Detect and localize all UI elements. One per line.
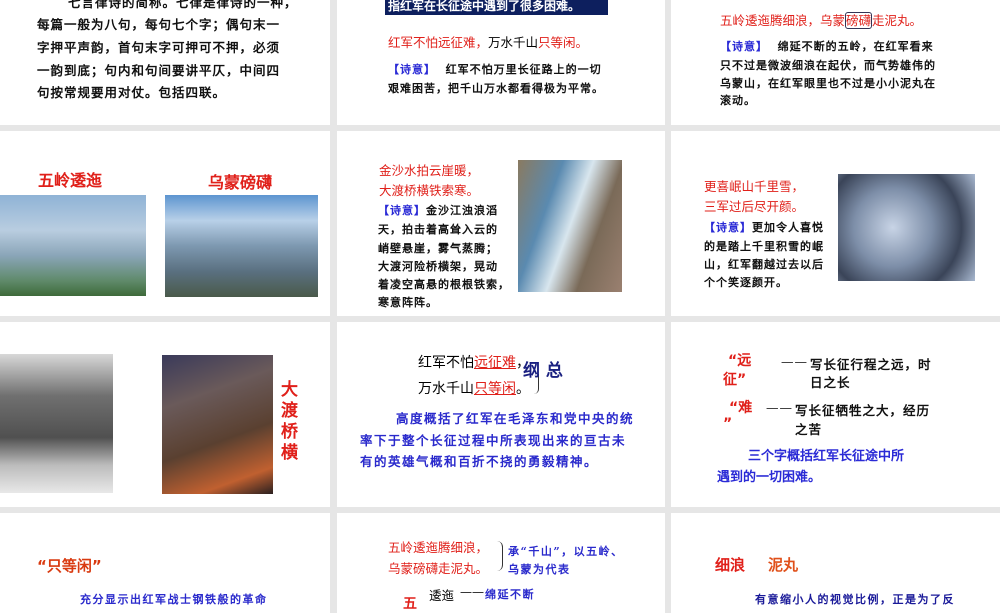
meaning-line: 乌蒙山，在红军眼里也不过是小小泥丸在 (720, 77, 936, 90)
body-text-line: 每篇一般为八句，每句七个字；偶句末一 (37, 17, 281, 32)
body-text-line: 七言律诗的简称。七律是律诗的一种， (68, 0, 298, 10)
dash: —— (460, 585, 484, 599)
highlight-banner: 指红军在长征途中遇到了很多困难。 (385, 0, 608, 15)
verse-line: 五岭逶迤腾细浪， (388, 540, 489, 555)
meaning-line: 大渡河险桥横架，晃动 (378, 260, 498, 273)
summary-line: 高度概括了红军在毛泽东和党中央的统 (396, 411, 635, 426)
meaning-line: 山，红军翻越过去以后 (704, 258, 824, 271)
slide-thumbnail-10[interactable]: “只等闲” 充分显示出红军战士钢铁般的革命 (0, 513, 330, 613)
brace-icon (497, 541, 503, 571)
slide-thumbnail-9[interactable]: “远 征” —— 写长征行程之远，时 日之长 “难 ” —— 写长征牺牲之大，经… (671, 322, 1000, 507)
verse-line: 金沙水拍云崖暖， (379, 163, 480, 178)
slide-title: 五岭逶迤 (38, 171, 103, 190)
summary-line: 有的英雄气概和百折不挠的勇毅精神。 (360, 454, 599, 469)
body-line: 充分显示出红军战士钢铁般的革命 (80, 593, 268, 606)
keyword: 细浪 (715, 556, 746, 574)
gorge-photo (0, 354, 113, 493)
river-painting (518, 160, 622, 292)
slide-thumbnail-8[interactable]: 红军不怕远征难， 万水千山只等闲。 纲 总 高度概括了红军在毛泽东和党中央的统 … (337, 322, 665, 507)
slide-thumbnail-12[interactable]: 细浪 泥丸 有意缩小人的视觉比例，正是为了反 (671, 513, 1000, 613)
keyword: “难 (729, 400, 753, 416)
slide-thumbnail-1[interactable]: 七言律诗的简称。七律是律诗的一种， 每篇一般为八句，每句七个字；偶句末一 字押平… (0, 0, 330, 125)
dash: —— (781, 354, 808, 369)
conclusion-line: 遇到的一切困难。 (717, 470, 822, 485)
verse-line: 万水千山只等闲。 (418, 381, 530, 397)
explanation: 写长征行程之远，时 (810, 357, 932, 372)
body-text-line: 字押平声韵，首句末字可押可不押，必须 (37, 40, 281, 55)
meaning-line: 【诗意】 绵延不断的五岭，在红军看来 (720, 40, 934, 53)
keyword: 征” (723, 372, 747, 388)
slide-thumbnail-5[interactable]: 金沙水拍云崖暖， 大渡桥横铁索寒。 【诗意】金沙江浊浪滔 天，拍击着高耸入云的 … (337, 131, 665, 316)
dash: —— (766, 400, 793, 415)
verse-line: 红军不怕远征难，万水千山只等闲。 (388, 35, 589, 50)
slide-thumbnail-2[interactable]: 指红军在长征途中遇到了很多困难。 红军不怕远征难，万水千山只等闲。 【诗意】 红… (337, 0, 665, 125)
meaning-line: 个个笑逐颜开。 (704, 276, 788, 289)
meaning-line: 着凌空高悬的根根铁索， (378, 278, 510, 291)
verse-line: 乌蒙磅礴走泥丸。 (388, 561, 489, 576)
slide-title: “只等闲” (37, 557, 102, 575)
summary-line: 率下于整个长征过程中所表现出来的亘古未 (360, 433, 627, 448)
meaning-line: 滚动。 (720, 94, 756, 107)
meaning-line: 艰难困苦，把千山万水都看得极为平常。 (388, 82, 604, 95)
slide-thumbnail-6[interactable]: 更喜岷山千里雪， 三军过后尽开颜。 【诗意】更加令人喜悦 的是踏上千里积雪的岷 … (671, 131, 1000, 316)
keyword: ” (723, 416, 733, 432)
bridge-painting (162, 355, 273, 494)
meaning-line: 寒意阵阵。 (378, 296, 438, 309)
keyword: 泥丸 (768, 556, 799, 574)
mountain-photo (0, 195, 146, 296)
note-line: 承“千山”，以五岭、 (508, 545, 624, 558)
meaning-line: 【诗意】金沙江浊浪滔 (378, 204, 498, 217)
verse-line: 红军不怕远征难， (418, 355, 530, 371)
body-text-line: 一韵到底；句内和句间要讲平仄，中间四 (37, 63, 281, 78)
explanation: 日之长 (810, 375, 851, 390)
vertical-title: 大 渡 桥 横 (281, 380, 298, 463)
slide-title: 乌蒙磅礴 (208, 173, 273, 192)
meaning-line: 【诗意】更加令人喜悦 (704, 221, 824, 234)
word: 逶迤 (429, 588, 455, 603)
body-text-line: 句按常规要用对仗。包括四联。 (37, 85, 227, 100)
body-line: 有意缩小人的视觉比例，正是为了反 (755, 593, 955, 606)
boxed-word: 磅礴 (845, 12, 873, 29)
snow-mountain-painting (838, 174, 975, 281)
note-line: 乌蒙为代表 (508, 563, 571, 576)
slide-thumbnail-7[interactable]: 大 渡 桥 横 (0, 322, 330, 507)
explanation: 之苦 (795, 422, 823, 437)
meaning-line: 峭壁悬崖，雾气蒸腾； (378, 242, 498, 255)
slide-thumbnail-11[interactable]: 五岭逶迤腾细浪， 乌蒙磅礴走泥丸。 承“千山”，以五岭、 乌蒙为代表 五 逶迤 … (337, 513, 665, 613)
meaning-line: 天，拍击着高耸入云的 (378, 223, 498, 236)
explanation: 写长征牺牲之大，经历 (795, 403, 931, 418)
meaning-line: 只不过是微波细浪在起伏，而气势雄伟的 (720, 59, 936, 72)
keyword: 五 (403, 596, 417, 612)
verse-line: 更喜岷山千里雪， (704, 179, 805, 194)
mountain-photo (165, 195, 318, 297)
slide-thumbnail-4[interactable]: 五岭逶迤 乌蒙磅礴 (0, 131, 330, 316)
meaning-line: 【诗意】 红军不怕万里长征路上的一切 (388, 63, 602, 76)
slide-thumbnail-3[interactable]: 五岭逶迤腾细浪，乌蒙磅礴走泥丸。 【诗意】 绵延不断的五岭，在红军看来 只不过是… (671, 0, 1000, 125)
summary-tag: 纲 总 (523, 361, 563, 381)
meaning-line: 的是踏上千里积雪的岷 (704, 240, 824, 253)
verse-line: 五岭逶迤腾细浪，乌蒙磅礴走泥丸。 (720, 12, 923, 29)
conclusion-line: 三个字概括红军长征途中所 (748, 449, 905, 464)
keyword: “远 (728, 353, 752, 369)
verse-line: 大渡桥横铁索寒。 (379, 183, 480, 198)
verse-line: 三军过后尽开颜。 (704, 199, 805, 214)
